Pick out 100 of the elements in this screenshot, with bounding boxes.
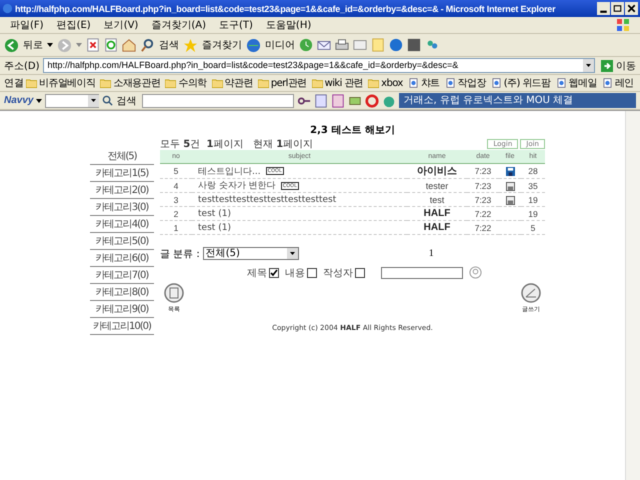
menu-item[interactable]: 편집(E) bbox=[56, 18, 91, 32]
folder-icon[interactable] bbox=[100, 78, 112, 88]
post-number: 3 bbox=[160, 192, 192, 206]
link-item[interactable]: 약관련 bbox=[224, 76, 253, 90]
globe-icon[interactable] bbox=[246, 38, 261, 52]
post-title-link[interactable]: 사랑 숫자가 변한다 bbox=[198, 181, 276, 191]
post-date: 7:22 bbox=[467, 206, 499, 220]
post-date: 7:22 bbox=[467, 220, 499, 234]
category-link[interactable]: 카테고리1(5) bbox=[90, 166, 154, 182]
list-icon[interactable] bbox=[164, 283, 184, 303]
category-link[interactable]: 카테고리4(0) bbox=[90, 217, 154, 233]
page-number[interactable]: 1 bbox=[428, 248, 434, 259]
media-button[interactable]: 미디어 bbox=[265, 38, 295, 52]
news-ticker[interactable]: 거래소, 유럽 유로넥스트와 MOU 체결 bbox=[399, 93, 636, 108]
menu-item[interactable]: 도구(T) bbox=[219, 18, 253, 32]
category-link[interactable]: 카테고리6(0) bbox=[90, 251, 154, 267]
refresh-icon[interactable] bbox=[104, 38, 118, 52]
post-title-link[interactable]: test bbox=[198, 208, 216, 218]
go-button[interactable]: 이동 bbox=[616, 58, 636, 72]
category-link[interactable]: 카테고리2(0) bbox=[90, 183, 154, 199]
author-name: tester bbox=[426, 180, 448, 190]
target-icon[interactable] bbox=[365, 94, 380, 108]
search-icon[interactable] bbox=[469, 266, 482, 279]
category-link[interactable]: 카테고리3(0) bbox=[90, 200, 154, 216]
category-link[interactable]: 카테고리10(0) bbox=[90, 319, 154, 335]
link-item[interactable]: 챠트 bbox=[420, 76, 440, 90]
category-link[interactable]: 카테고리5(0) bbox=[90, 234, 154, 250]
category-link[interactable]: 카테고리9(0) bbox=[90, 302, 154, 318]
page-icon[interactable] bbox=[556, 78, 567, 88]
page-icon[interactable] bbox=[602, 78, 613, 88]
navvy-input-field[interactable] bbox=[142, 94, 294, 108]
folder-icon[interactable] bbox=[312, 78, 323, 88]
menu-item[interactable]: 파일(F) bbox=[10, 18, 44, 32]
link-item[interactable]: wiki 관련 bbox=[324, 76, 364, 90]
folder-icon[interactable] bbox=[212, 78, 223, 88]
page-icon[interactable] bbox=[490, 78, 502, 88]
folder-icon[interactable] bbox=[165, 78, 176, 88]
menu-item[interactable]: 도움말(H) bbox=[266, 18, 312, 32]
folder-icon[interactable] bbox=[258, 78, 269, 88]
search-field[interactable] bbox=[381, 266, 463, 278]
comment-count: (1) bbox=[218, 222, 232, 232]
pencil-icon[interactable] bbox=[521, 283, 541, 303]
post-number: 4 bbox=[160, 178, 192, 192]
author-name: test bbox=[430, 194, 444, 204]
board-title: 2,3 테스트 해보기 bbox=[309, 124, 396, 137]
caret-icon[interactable] bbox=[36, 98, 42, 102]
printer-icon[interactable] bbox=[335, 38, 349, 52]
history-icon[interactable] bbox=[299, 38, 313, 52]
category-link[interactable]: 카테고리7(0) bbox=[90, 268, 154, 284]
category-link[interactable]: 전체(5) bbox=[90, 149, 154, 165]
stop-icon[interactable] bbox=[86, 38, 100, 52]
link-item[interactable]: xbox bbox=[381, 78, 403, 88]
link-item[interactable]: 비쥬얼베이직 bbox=[39, 76, 96, 90]
post-title-link[interactable]: test bbox=[198, 222, 216, 232]
search-icon[interactable] bbox=[140, 38, 155, 52]
document-icon[interactable] bbox=[314, 94, 328, 108]
link-item[interactable]: 소재용관련 bbox=[113, 76, 160, 90]
post-number: 5 bbox=[160, 164, 192, 178]
address-field[interactable]: http://halfphp.com/HALFBoard.php?in_board=list&code=test23&page=1&&cafe_id=&orderby=&desc=& bbox=[42, 58, 595, 73]
hit-count: 35 bbox=[521, 178, 545, 192]
restore-button[interactable] bbox=[611, 2, 624, 15]
menu-item[interactable]: 보기(V) bbox=[104, 18, 138, 32]
back-button[interactable]: 뒤로 bbox=[23, 38, 43, 52]
link-item[interactable]: 레인 bbox=[614, 76, 634, 90]
folder-icon[interactable] bbox=[368, 78, 380, 88]
address-label: 주소(D) bbox=[4, 60, 40, 72]
link-item[interactable]: 수의학 bbox=[178, 76, 207, 90]
post-summary: 모두 5건 1페이지 현재 1페이지 bbox=[160, 138, 314, 150]
link-item[interactable]: perl관련 bbox=[270, 76, 307, 90]
hit-count: 5 bbox=[521, 220, 545, 234]
search-icon[interactable] bbox=[102, 95, 114, 106]
star-icon[interactable] bbox=[183, 38, 198, 52]
navvy-search-button[interactable]: 검색 bbox=[116, 94, 140, 108]
scrollbar[interactable] bbox=[625, 111, 640, 480]
post-date: 7:23 bbox=[467, 164, 499, 178]
menu-item[interactable]: 즐겨찾기(A) bbox=[151, 18, 206, 32]
link-item[interactable]: 작업장 bbox=[458, 76, 486, 90]
navvy-button[interactable]: Navvy bbox=[4, 95, 34, 106]
close-button[interactable] bbox=[625, 2, 638, 15]
search-option-checkbox[interactable] bbox=[355, 268, 365, 278]
caret-icon[interactable] bbox=[47, 43, 53, 47]
post-number: 1 bbox=[160, 220, 192, 234]
link-item[interactable]: 웹메일 bbox=[568, 76, 597, 90]
search-option-checkbox[interactable] bbox=[269, 268, 279, 278]
author-name: 아이비스 bbox=[417, 166, 457, 177]
search-option-checkbox[interactable] bbox=[307, 268, 317, 278]
home-icon[interactable] bbox=[122, 38, 136, 52]
category-link[interactable]: 카테고리8(0) bbox=[90, 285, 154, 301]
page-icon[interactable] bbox=[444, 78, 456, 88]
minimize-button[interactable] bbox=[597, 2, 610, 15]
go-arrow-icon[interactable] bbox=[601, 60, 613, 72]
post-title-link[interactable]: 테스트입니다... bbox=[198, 166, 261, 176]
page-icon[interactable] bbox=[408, 78, 419, 88]
mail-icon[interactable] bbox=[317, 38, 331, 52]
folder-icon[interactable] bbox=[26, 78, 37, 88]
search-button[interactable]: 검색 bbox=[159, 38, 179, 52]
link-item[interactable]: (주) 위드팜 bbox=[504, 76, 551, 90]
category-select[interactable]: 전체(5) bbox=[202, 247, 299, 260]
favorites-button[interactable]: 즐겨찾기 bbox=[202, 38, 242, 52]
post-title-link[interactable]: testtesttesttesttesttesttesttest bbox=[198, 194, 336, 204]
